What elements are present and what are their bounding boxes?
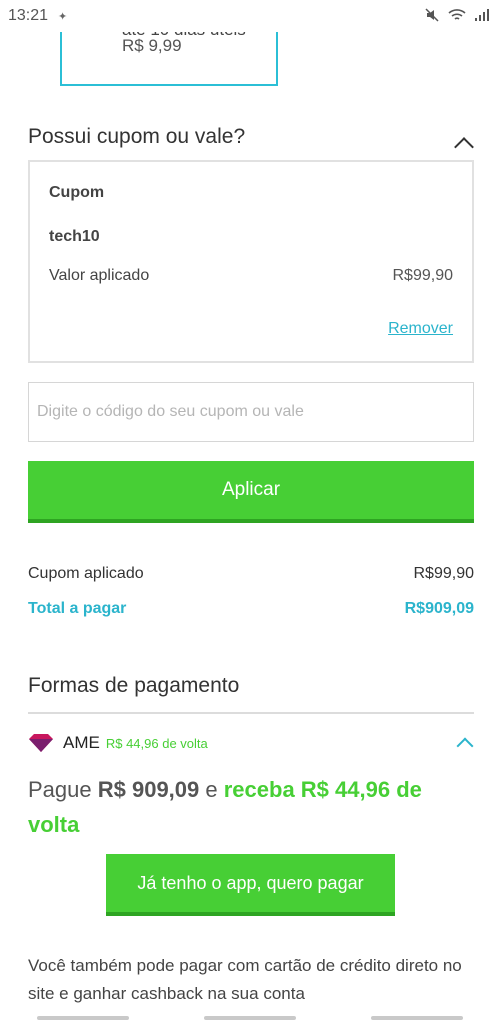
coupon-heading: Cupom (49, 184, 105, 201)
payment-section-title: Formas de pagamento (28, 674, 240, 697)
ame-cashback: R$ 44,96 de volta (105, 735, 208, 751)
apply-coupon-button[interactable]: Aplicar (28, 461, 474, 523)
notification-icon: ✦ (58, 10, 68, 23)
status-bar: 13:21 ✦ (0, 0, 500, 32)
status-icons (424, 7, 490, 23)
wifi-icon (448, 9, 466, 20)
ame-logo-icon (29, 734, 53, 752)
coupon-code: tech10 (49, 228, 100, 245)
chevron-up-icon[interactable] (454, 137, 474, 157)
status-time: 13:21 (8, 7, 49, 24)
summary-coupon-label: Cupom aplicado (28, 565, 144, 582)
nav-home-button[interactable] (203, 1016, 296, 1020)
ame-pay-description: Pague R$ 909,09 e receba R$ 44,96 de vol… (28, 777, 422, 837)
summary-coupon-value: R$99,90 (413, 565, 475, 582)
nav-recent-button[interactable] (37, 1016, 130, 1020)
ame-name: AME (63, 733, 100, 752)
coupon-input[interactable] (28, 382, 474, 442)
remove-coupon-link[interactable]: Remover (388, 320, 453, 338)
total-value: R$909,09 (404, 600, 474, 617)
payment-info-text: Você também pode pagar com cartão de cré… (28, 956, 462, 1003)
summary-total-row: Total a pagar R$909,09 (28, 600, 474, 618)
nav-back-button[interactable] (370, 1016, 463, 1020)
applied-coupon-card: Cupom tech10 Valor aplicado R$99,90 Remo… (28, 160, 474, 363)
ame-payment-option[interactable]: AME R$ 44,96 de volta (28, 730, 474, 756)
applied-value: R$99,90 (392, 267, 454, 284)
section-divider (28, 712, 474, 714)
coupon-section-title: Possui cupom ou vale? (28, 125, 246, 148)
shipping-price: R$ 9,99 (122, 36, 182, 55)
signal-icon (475, 9, 489, 21)
total-label: Total a pagar (28, 600, 127, 617)
mute-icon (425, 8, 439, 22)
ame-amount: R$ 909,09 (97, 777, 200, 802)
summary-coupon-row: Cupom aplicado R$99,90 (28, 565, 474, 583)
applied-value-label: Valor aplicado (49, 267, 150, 284)
pay-with-app-button[interactable]: Já tenho o app, quero pagar (106, 854, 395, 916)
navigation-bar (0, 1008, 500, 1028)
